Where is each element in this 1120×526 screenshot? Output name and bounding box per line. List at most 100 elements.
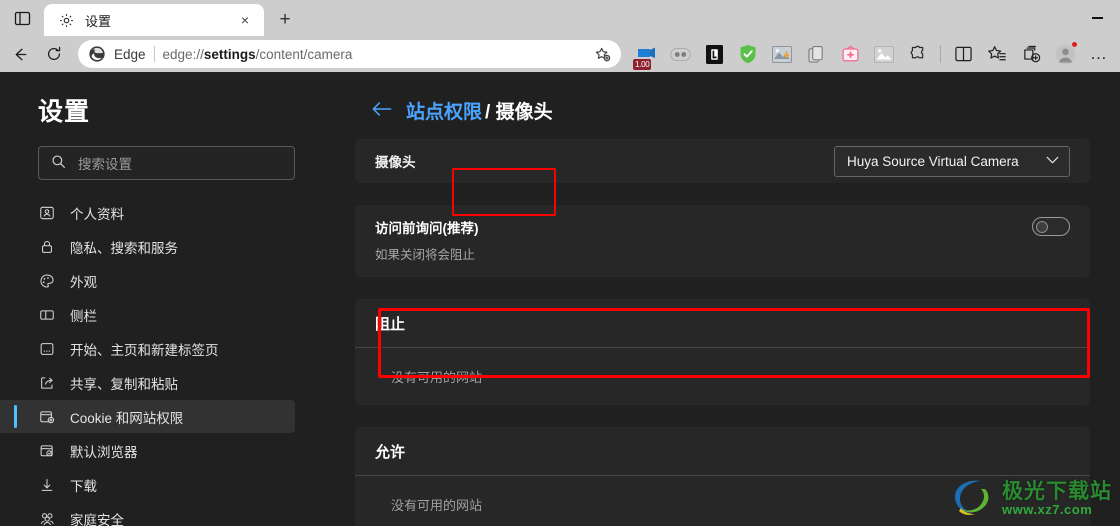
breadcrumb-current-label: 摄像头 [495, 102, 553, 123]
profile-card-icon [38, 204, 56, 222]
split-screen-icon[interactable] [946, 39, 980, 69]
copy-pages-extension-icon[interactable] [799, 39, 833, 69]
camera-device-select[interactable]: Huya Source Virtual Camera [834, 145, 1070, 177]
adguard-shield-extension-icon[interactable] [731, 39, 765, 69]
collections-icon[interactable] [1014, 39, 1048, 69]
sidebar-item-share[interactable]: 共享、复制和粘贴 [0, 366, 295, 399]
breadcrumb-separator: / [485, 102, 496, 123]
window-controls [1074, 0, 1120, 36]
browser-tab[interactable]: 设置 × [44, 4, 264, 36]
sidebar-item-default-browser[interactable]: 默认浏览器 [0, 434, 295, 467]
browser-toolbar: Edge edge://settings/content/camera 1.00 [0, 36, 1120, 72]
tab-title: 设置 [85, 13, 112, 29]
settings-more-button[interactable]: … [1082, 39, 1116, 69]
image-placeholder-extension-icon[interactable] [867, 39, 901, 69]
dual-dot-extension-icon[interactable] [663, 39, 697, 69]
sidebar-item-label: 共享、复制和粘贴 [70, 376, 178, 392]
back-arrow-icon[interactable] [372, 101, 392, 121]
search-icon [51, 154, 66, 172]
new-tab-button[interactable]: + [268, 4, 302, 36]
block-section-card: 阻止 没有可用的网站 [355, 299, 1090, 405]
url-emphasis: settings [203, 46, 256, 62]
cookie-permissions-icon [38, 408, 56, 426]
settings-nav: 个人资料 隐私、搜索和服务 外观 侧栏 开始、主页和新建标签页 共享、复制和粘贴… [0, 196, 315, 526]
allow-section-card: 允许 没有可用的网站 [355, 427, 1090, 526]
allow-section-heading: 允许 [375, 443, 406, 461]
chevron-down-icon [1046, 155, 1059, 167]
palette-icon [38, 272, 56, 290]
puzzle-extensions-icon[interactable] [901, 39, 935, 69]
share-icon [38, 374, 56, 392]
minimize-icon [1091, 17, 1103, 19]
lastpass-extension-icon[interactable] [697, 39, 731, 69]
sidebar-panel-icon [38, 306, 56, 324]
reload-button[interactable] [38, 39, 70, 69]
sidebar-item-label: 开始、主页和新建标签页 [70, 342, 219, 358]
tab-strip: 设置 × + [0, 0, 1120, 36]
block-section-empty: 没有可用的网站 [391, 370, 483, 385]
sidebar-item-family-safety[interactable]: 家庭安全 [0, 502, 295, 526]
extension-badge: 1.00 [633, 59, 652, 70]
tab-close-button[interactable]: × [234, 9, 256, 31]
extension-icons: 1.00 … [629, 39, 1116, 70]
toggle-knob [1036, 220, 1048, 233]
profile-avatar-icon[interactable] [1048, 39, 1082, 69]
sidebar-item-appearance[interactable]: 外观 [0, 264, 295, 297]
tab-search-icon[interactable] [0, 0, 44, 36]
camera-device-value: Huya Source Virtual Camera [847, 153, 1019, 169]
camera-device-row: 摄像头 Huya Source Virtual Camera [375, 139, 1070, 183]
camera-device-label: 摄像头 [375, 155, 416, 170]
breadcrumb: 站点权限 / 摄像头 [355, 72, 1090, 139]
url-text: edge://settings/content/camera [163, 47, 581, 62]
address-bar[interactable]: Edge edge://settings/content/camera [78, 40, 621, 68]
sidebar-item-profile[interactable]: 个人资料 [0, 196, 295, 229]
ask-before-access-card: 访问前询问(推荐) 如果关闭将会阻止 [355, 205, 1090, 277]
sidebar-item-downloads[interactable]: 下载 [0, 468, 295, 501]
toolbar-divider [940, 45, 941, 63]
sidebar-item-label: 个人资料 [70, 206, 124, 222]
gear-icon [58, 12, 75, 29]
search-input[interactable]: 搜索设置 [38, 146, 295, 180]
camera-device-card: 摄像头 Huya Source Virtual Camera [355, 139, 1090, 183]
video-downloader-extension-icon[interactable]: 1.00 [629, 39, 663, 70]
family-safety-icon [38, 510, 56, 526]
breadcrumb-current: / 摄像头 [482, 94, 559, 127]
edge-browser-window: 设置 × + Edge edge://settings/content/came… [0, 0, 1120, 526]
home-page-icon [38, 340, 56, 358]
sidebar-item-privacy[interactable]: 隐私、搜索和服务 [0, 230, 295, 263]
ask-before-access-description: 如果关闭将会阻止 [375, 248, 476, 262]
url-suffix: /content/camera [255, 46, 353, 62]
sidebar-item-cookies-permissions[interactable]: Cookie 和网站权限 [0, 400, 295, 433]
page-title: 设置 [38, 98, 91, 126]
star-add-icon[interactable] [589, 41, 615, 67]
settings-sidebar: 设置 搜索设置 个人资料 隐私、搜索和服务 外观 侧栏 开始、主页和新建标签页 … [0, 72, 315, 526]
sidebar-item-startup[interactable]: 开始、主页和新建标签页 [0, 332, 295, 365]
sidebar-item-sidebar[interactable]: 侧栏 [0, 298, 295, 331]
sidebar-item-label: 隐私、搜索和服务 [70, 240, 178, 256]
minimize-button[interactable] [1074, 0, 1120, 36]
url-prefix: edge:// [162, 46, 204, 62]
sidebar-item-label: 下载 [70, 478, 97, 494]
sidebar-item-label: 默认浏览器 [70, 444, 138, 460]
breadcrumb-parent-link[interactable]: 站点权限 [406, 97, 482, 124]
breadcrumb-trail: 站点权限 / 摄像头 [406, 94, 559, 127]
image-download-extension-icon[interactable] [765, 39, 799, 69]
ask-before-access-row: 访问前询问(推荐) 如果关闭将会阻止 [375, 217, 1070, 263]
settings-page: 设置 搜索设置 个人资料 隐私、搜索和服务 外观 侧栏 开始、主页和新建标签页 … [0, 72, 1120, 526]
search-placeholder: 搜索设置 [78, 157, 132, 172]
default-browser-icon [38, 442, 56, 460]
omnibox-divider [153, 46, 155, 62]
tv-pink-extension-icon[interactable] [833, 39, 867, 69]
settings-content: 站点权限 / 摄像头 摄像头 Huya Source Virtual Camer… [315, 72, 1120, 526]
back-button[interactable] [4, 39, 36, 69]
ask-before-access-toggle[interactable] [1032, 217, 1070, 236]
block-section-heading: 阻止 [375, 315, 406, 333]
lock-icon [38, 238, 56, 256]
download-icon [38, 476, 56, 494]
sidebar-item-label: Cookie 和网站权限 [70, 410, 184, 426]
sidebar-item-label: 家庭安全 [70, 512, 124, 526]
favorites-star-icon[interactable] [980, 39, 1014, 69]
allow-section-empty: 没有可用的网站 [391, 498, 483, 513]
edge-logo-icon [88, 45, 106, 63]
ask-before-access-title: 访问前询问(推荐) [375, 221, 479, 236]
